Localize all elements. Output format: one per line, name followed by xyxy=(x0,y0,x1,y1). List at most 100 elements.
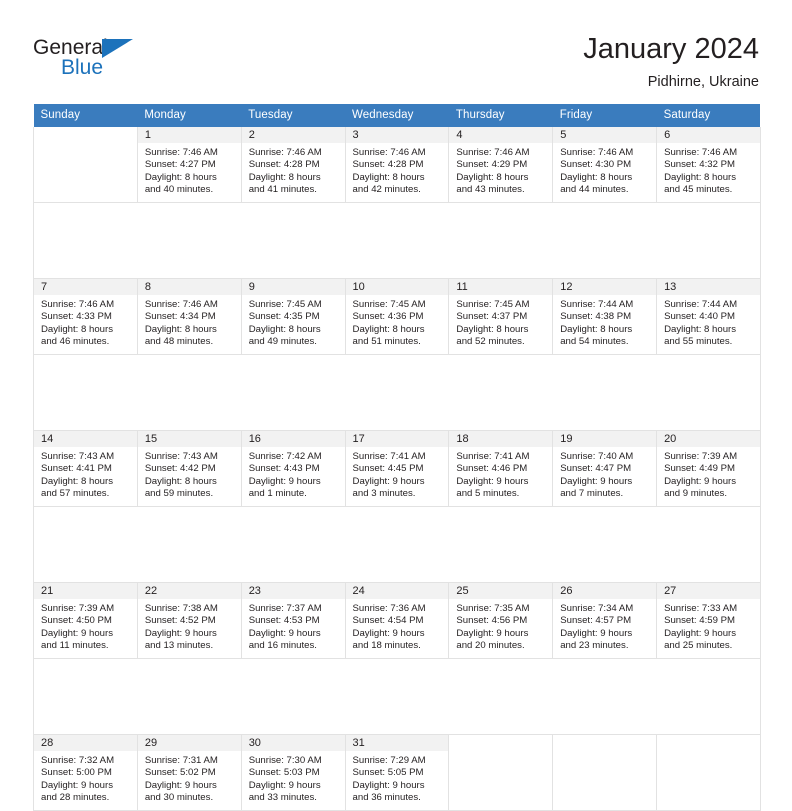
day-detail-line: Sunset: 4:28 PM xyxy=(352,159,424,171)
page-title: January 2024 xyxy=(583,33,759,65)
calendar-day-cell[interactable]: 10 Sunrise: 7:45 AM Sunset: 4:36 PM Dayligh… xyxy=(344,278,450,355)
day-detail-line: Sunrise: 7:41 AM xyxy=(456,451,530,462)
calendar-day-cell[interactable]: 17 Sunrise: 7:41 AM Sunset: 4:45 PM Dayligh… xyxy=(344,430,450,507)
calendar-day-cell[interactable]: 6 Sunrise: 7:46 AM Sunset: 4:32 PM Daylight… xyxy=(656,127,761,203)
day-detail-line: Sunset: 4:54 PM xyxy=(352,615,424,627)
calendar-day-cell[interactable]: 25 Sunrise: 7:35 AM Sunset: 4:56 PM Dayligh… xyxy=(448,582,554,659)
calendar-day-cell-empty xyxy=(656,734,761,811)
day-detail-line: Sunset: 4:28 PM xyxy=(248,159,320,171)
calendar-day-cell[interactable]: 21 Sunrise: 7:39 AM Sunset: 4:50 PM Dayligh… xyxy=(33,582,138,659)
day-detail-line: Daylight: 8 hours xyxy=(41,475,113,487)
day-details: Sunrise: 7:45 AM Sunset: 4:35 PM Daylight:… xyxy=(242,295,345,348)
calendar-day-cell[interactable]: 11 Sunrise: 7:45 AM Sunset: 4:37 PM Dayligh… xyxy=(448,278,554,355)
day-detail-line: Daylight: 8 hours xyxy=(664,323,737,335)
day-details: Sunrise: 7:40 AM Sunset: 4:47 PM Daylight:… xyxy=(553,447,656,500)
calendar-day-cell[interactable]: 7 Sunrise: 7:46 AM Sunset: 4:33 PM Daylight… xyxy=(33,278,138,355)
day-detail-line: and 3 minutes. xyxy=(352,487,416,499)
day-detail-line: and 40 minutes. xyxy=(144,183,214,195)
calendar-day-cell[interactable]: 28 Sunrise: 7:32 AM Sunset: 5:00 PM Dayligh… xyxy=(33,734,138,811)
day-detail-line: Sunrise: 7:33 AM xyxy=(664,603,738,614)
day-number: 19 xyxy=(553,431,657,447)
day-detail-line: Sunrise: 7:46 AM xyxy=(248,147,322,158)
day-number: 2 xyxy=(241,127,345,143)
calendar-day-cell[interactable]: 23 Sunrise: 7:37 AM Sunset: 4:53 PM Dayligh… xyxy=(240,582,346,659)
day-detail-line: and 57 minutes. xyxy=(41,487,110,499)
calendar-day-cell[interactable]: 30 Sunrise: 7:30 AM Sunset: 5:03 PM Dayligh… xyxy=(240,734,346,811)
day-details: Sunrise: 7:33 AM Sunset: 4:59 PM Daylight:… xyxy=(657,599,760,652)
day-number: 6 xyxy=(657,127,760,143)
day-detail-line: Sunset: 4:46 PM xyxy=(456,463,528,475)
day-number: 23 xyxy=(241,583,345,599)
calendar-day-cell[interactable]: 5 Sunrise: 7:46 AM Sunset: 4:30 PM Daylight… xyxy=(552,127,658,203)
day-details: Sunrise: 7:46 AM Sunset: 4:27 PM Daylight:… xyxy=(138,143,241,196)
calendar-day-cell[interactable]: 18 Sunrise: 7:41 AM Sunset: 4:46 PM Dayligh… xyxy=(448,430,554,507)
day-details: Sunrise: 7:45 AM Sunset: 4:37 PM Daylight:… xyxy=(449,295,552,348)
day-detail-line: Sunset: 5:05 PM xyxy=(352,767,424,779)
day-detail-line: Sunset: 4:42 PM xyxy=(144,463,216,475)
day-detail-line: Sunrise: 7:45 AM xyxy=(456,299,530,310)
week-separator xyxy=(33,658,761,735)
day-number: 27 xyxy=(657,583,760,599)
day-detail-line: Daylight: 9 hours xyxy=(144,779,217,791)
day-details xyxy=(657,751,760,755)
week-separator-cell xyxy=(33,202,761,279)
day-number: 17 xyxy=(345,431,449,447)
day-detail-line: Sunrise: 7:46 AM xyxy=(41,299,115,310)
day-details: Sunrise: 7:46 AM Sunset: 4:28 PM Daylight:… xyxy=(346,143,449,196)
calendar-day-cell[interactable]: 22 Sunrise: 7:38 AM Sunset: 4:52 PM Dayligh… xyxy=(136,582,242,659)
day-detail-line: Sunset: 4:47 PM xyxy=(560,463,632,475)
day-detail-line: Daylight: 9 hours xyxy=(456,475,529,487)
calendar-day-cell[interactable]: 3 Sunrise: 7:46 AM Sunset: 4:28 PM Daylight… xyxy=(344,127,450,203)
calendar-day-cell[interactable]: 16 Sunrise: 7:42 AM Sunset: 4:43 PM Dayligh… xyxy=(240,430,346,507)
day-detail-line: Daylight: 8 hours xyxy=(144,171,217,183)
day-detail-line: and 43 minutes. xyxy=(456,183,525,195)
day-detail-line: Daylight: 9 hours xyxy=(144,627,217,639)
day-detail-line: Sunrise: 7:46 AM xyxy=(144,299,218,310)
calendar-day-cell[interactable]: 19 Sunrise: 7:40 AM Sunset: 4:47 PM Dayligh… xyxy=(552,430,658,507)
page-header: General Blue January 2024 Pidhirne, Ukra… xyxy=(0,0,792,100)
day-details: Sunrise: 7:43 AM Sunset: 4:42 PM Daylight:… xyxy=(138,447,241,500)
day-detail-line: Daylight: 9 hours xyxy=(664,475,737,487)
calendar-day-cell[interactable]: 20 Sunrise: 7:39 AM Sunset: 4:49 PM Dayligh… xyxy=(656,430,761,507)
day-details: Sunrise: 7:36 AM Sunset: 4:54 PM Daylight:… xyxy=(346,599,449,652)
day-details xyxy=(34,143,137,147)
day-detail-line: Sunset: 4:29 PM xyxy=(456,159,528,171)
day-detail-line: Daylight: 8 hours xyxy=(144,475,217,487)
day-details: Sunrise: 7:39 AM Sunset: 4:49 PM Daylight:… xyxy=(657,447,760,500)
day-details xyxy=(449,751,552,755)
day-detail-line: Sunrise: 7:32 AM xyxy=(41,755,115,766)
calendar-day-cell[interactable]: 29 Sunrise: 7:31 AM Sunset: 5:02 PM Dayligh… xyxy=(136,734,242,811)
calendar-day-cell[interactable]: 9 Sunrise: 7:45 AM Sunset: 4:35 PM Daylight… xyxy=(240,278,346,355)
day-details: Sunrise: 7:35 AM Sunset: 4:56 PM Daylight:… xyxy=(449,599,552,652)
day-number: 7 xyxy=(34,279,137,295)
calendar-day-cell[interactable]: 1 Sunrise: 7:46 AM Sunset: 4:27 PM Daylight… xyxy=(136,127,242,203)
day-details: Sunrise: 7:45 AM Sunset: 4:36 PM Daylight:… xyxy=(346,295,449,348)
week-separator xyxy=(33,202,761,279)
calendar-day-cell[interactable]: 12 Sunrise: 7:44 AM Sunset: 4:38 PM Dayligh… xyxy=(552,278,658,355)
day-number: 13 xyxy=(657,279,760,295)
calendar-day-cell[interactable]: 2 Sunrise: 7:46 AM Sunset: 4:28 PM Daylight… xyxy=(240,127,346,203)
calendar-day-cell[interactable]: 13 Sunrise: 7:44 AM Sunset: 4:40 PM Dayligh… xyxy=(656,278,761,355)
day-details: Sunrise: 7:42 AM Sunset: 4:43 PM Daylight:… xyxy=(242,447,345,500)
day-details: Sunrise: 7:29 AM Sunset: 5:05 PM Daylight:… xyxy=(346,751,449,804)
calendar-day-cell[interactable]: 4 Sunrise: 7:46 AM Sunset: 4:29 PM Daylight… xyxy=(448,127,554,203)
calendar-day-cell[interactable]: 24 Sunrise: 7:36 AM Sunset: 4:54 PM Dayligh… xyxy=(344,582,450,659)
brand-logo[interactable]: General Blue xyxy=(33,36,163,86)
day-detail-line: Sunrise: 7:29 AM xyxy=(352,755,426,766)
calendar-day-cell[interactable]: 14 Sunrise: 7:43 AM Sunset: 4:41 PM Dayligh… xyxy=(33,430,138,507)
calendar-day-cell[interactable]: 8 Sunrise: 7:46 AM Sunset: 4:34 PM Daylight… xyxy=(136,278,242,355)
calendar-day-cell[interactable]: 31 Sunrise: 7:29 AM Sunset: 5:05 PM Dayligh… xyxy=(344,734,450,811)
day-detail-line: Daylight: 9 hours xyxy=(560,627,633,639)
day-number: 5 xyxy=(553,127,657,143)
calendar-day-cell[interactable]: 26 Sunrise: 7:34 AM Sunset: 4:57 PM Dayligh… xyxy=(552,582,658,659)
calendar-day-cell[interactable]: 15 Sunrise: 7:43 AM Sunset: 4:42 PM Dayligh… xyxy=(136,430,242,507)
calendar-day-cell[interactable]: 27 Sunrise: 7:33 AM Sunset: 4:59 PM Dayligh… xyxy=(656,582,761,659)
day-detail-line: and 11 minutes. xyxy=(41,639,109,651)
day-number: 21 xyxy=(34,583,137,599)
calendar-week-row: 28 Sunrise: 7:32 AM Sunset: 5:00 PM Dayligh… xyxy=(33,734,761,811)
day-detail-line: Sunset: 4:32 PM xyxy=(664,159,735,171)
day-details: Sunrise: 7:41 AM Sunset: 4:45 PM Daylight:… xyxy=(346,447,449,500)
day-details xyxy=(553,751,656,755)
day-details: Sunrise: 7:46 AM Sunset: 4:34 PM Daylight:… xyxy=(138,295,241,348)
calendar-day-cell-empty xyxy=(552,734,658,811)
